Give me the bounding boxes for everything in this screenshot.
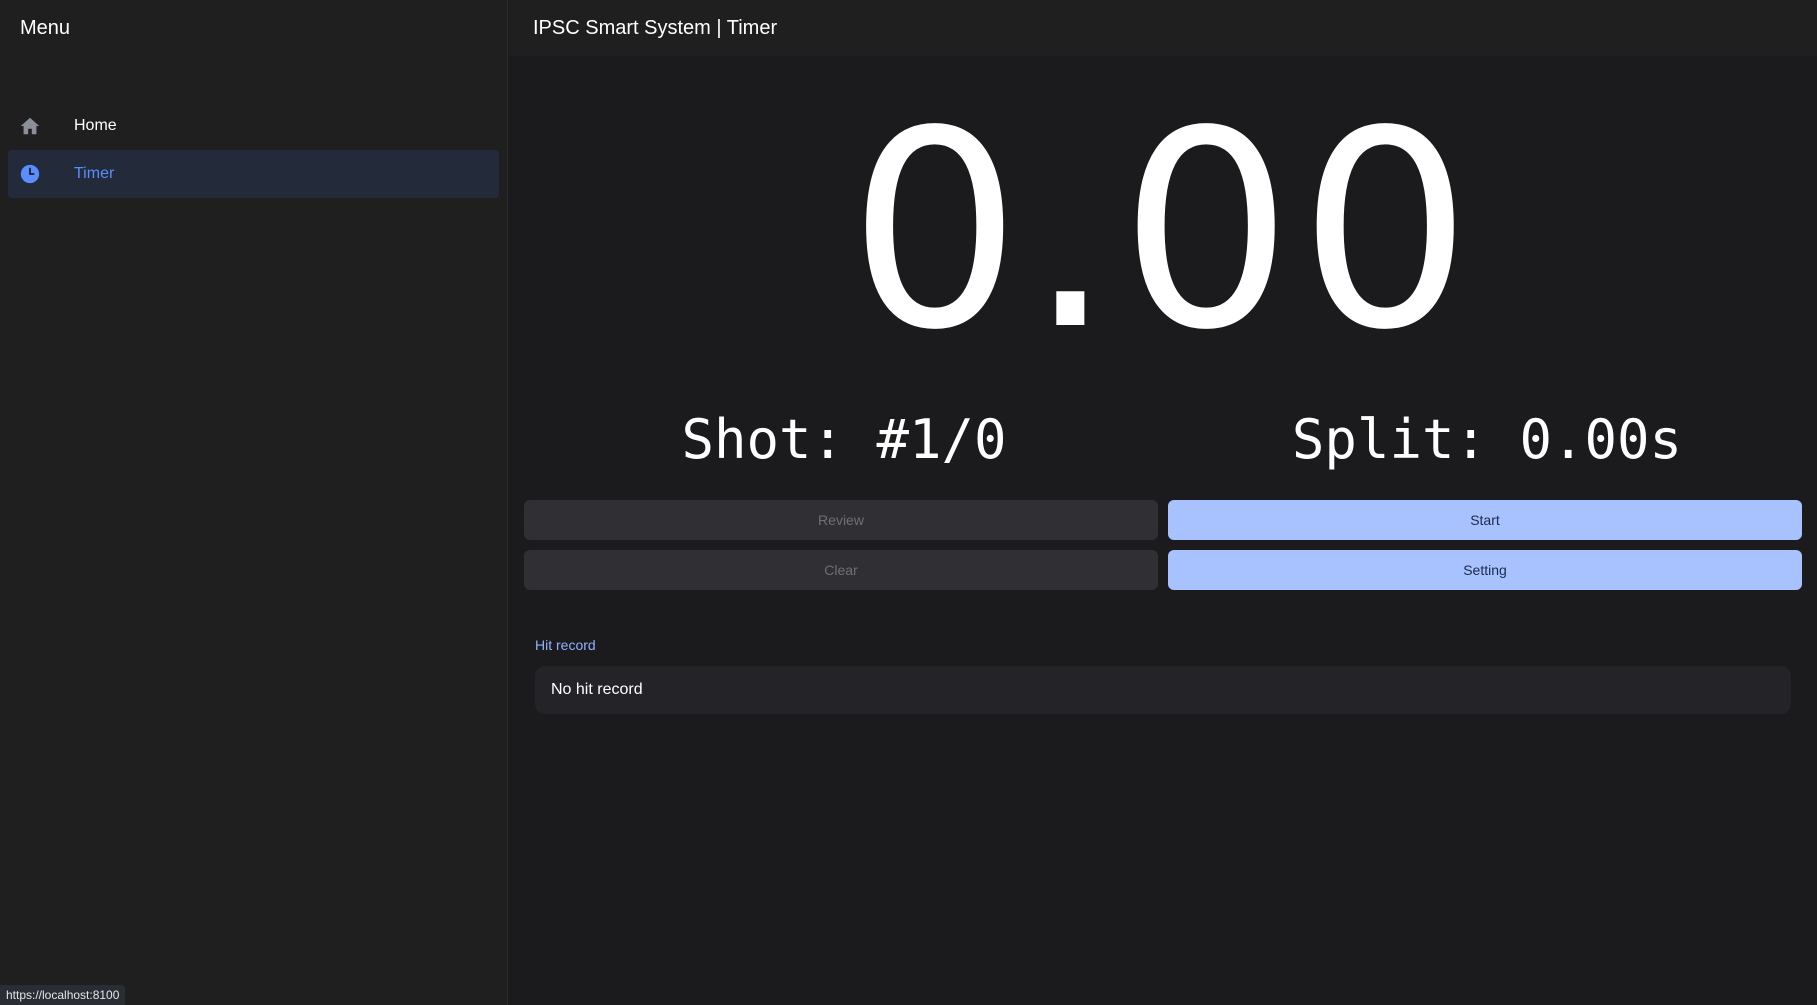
clock-icon <box>18 162 42 186</box>
home-icon <box>18 114 42 138</box>
page-title: IPSC Smart System | Timer <box>533 16 778 39</box>
page-header: IPSC Smart System | Timer <box>509 0 1817 56</box>
split-time: Split: 0.00s <box>1291 408 1683 471</box>
shot-count: Shot: #1/0 <box>681 408 1007 471</box>
clear-button[interactable]: Clear <box>524 550 1158 590</box>
sidebar-title: Menu <box>20 16 71 39</box>
sidebar-item-label: Timer <box>74 165 115 182</box>
status-bar-url: https://localhost:8100 <box>0 985 126 1005</box>
sidebar-nav: Home Timer <box>0 102 507 198</box>
review-button[interactable]: Review <box>524 500 1158 540</box>
sidebar-item-home[interactable]: Home <box>8 102 499 150</box>
setting-button[interactable]: Setting <box>1168 550 1802 590</box>
hit-record-label: Hit record <box>535 637 596 653</box>
start-button[interactable]: Start <box>1168 500 1802 540</box>
sidebar-item-label: Home <box>74 117 117 134</box>
sidebar-menu: Menu Home Timer <box>0 0 508 1005</box>
timer-display: 0.00 <box>848 74 1478 390</box>
timer-main: 0.00 Shot: #1/0 Split: 0.00s Review Star… <box>509 56 1817 1005</box>
hit-record-list: No hit record <box>535 666 1791 714</box>
timer-stats: Shot: #1/0 Split: 0.00s <box>509 408 1817 478</box>
hit-record-empty-text: No hit record <box>551 681 643 698</box>
app-root: Menu Home Timer IPSC Smart System | Time… <box>0 0 1817 1005</box>
sidebar-item-timer[interactable]: Timer <box>8 150 499 198</box>
